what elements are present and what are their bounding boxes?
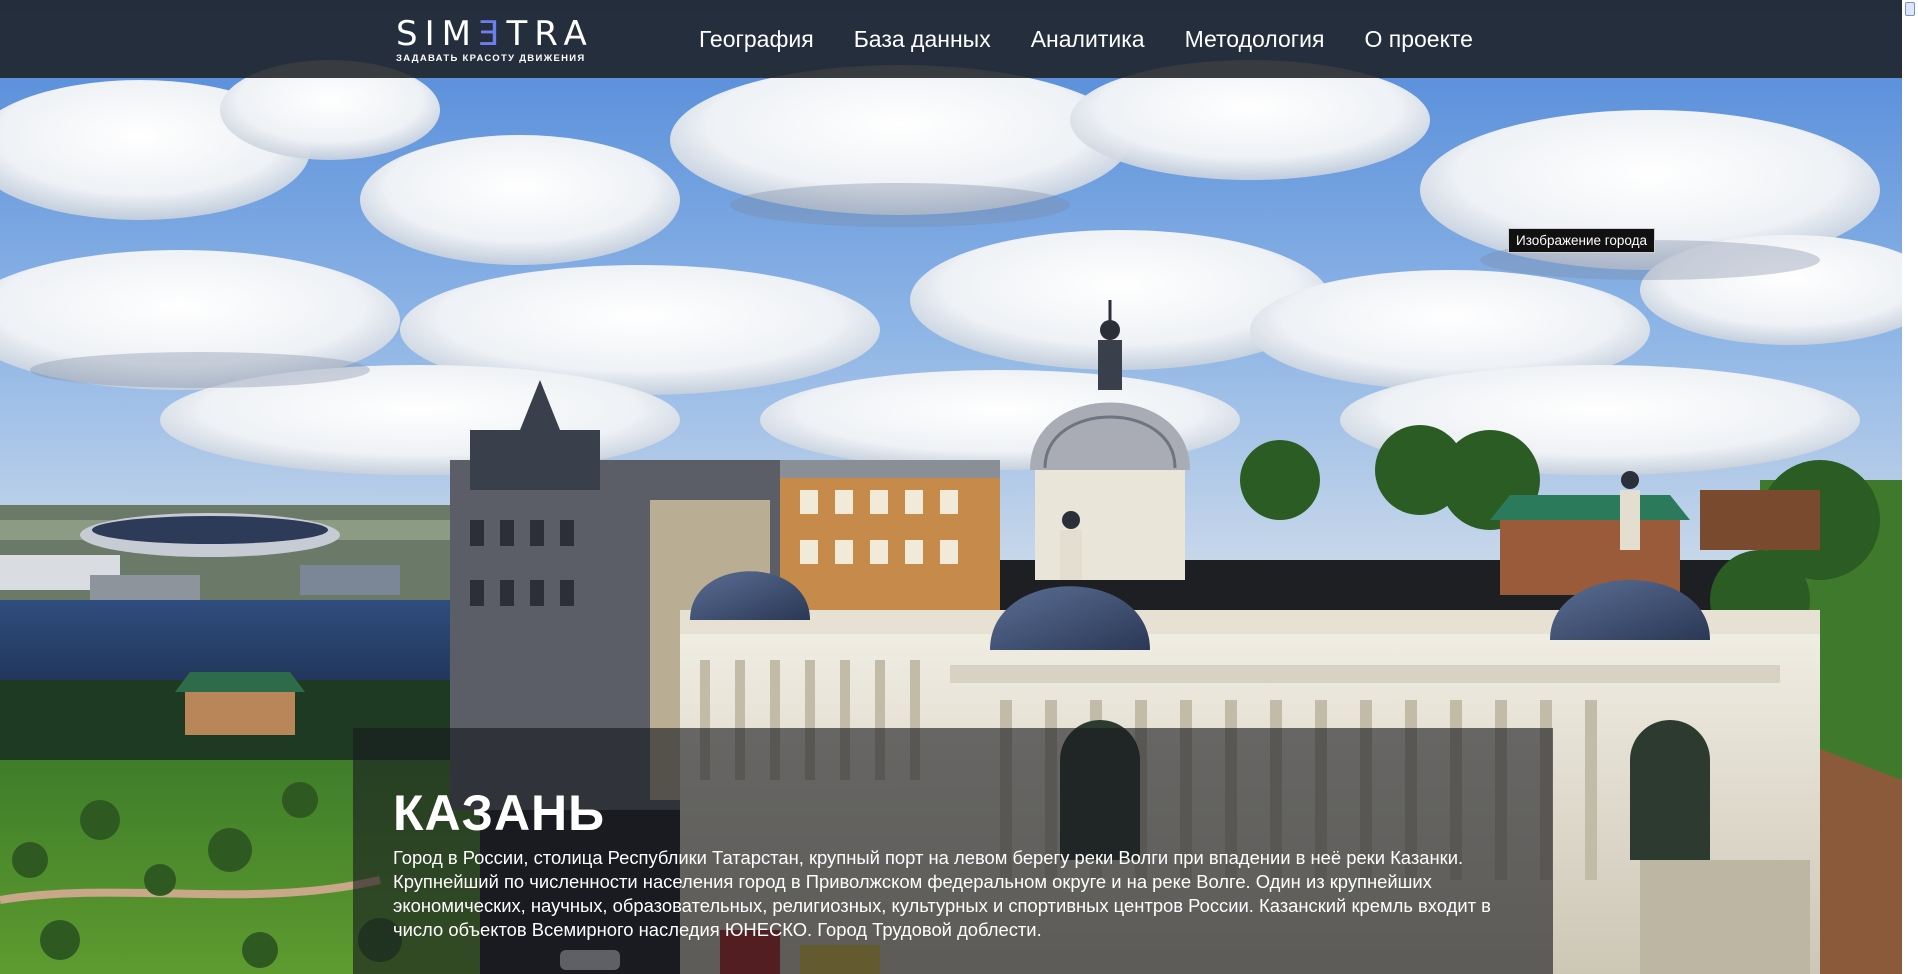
image-tooltip: Изображение города (1508, 228, 1656, 253)
page: SIMƎTRA ЗАДАВАТЬ КРАСОТУ ДВИЖЕНИЯ Геогра… (0, 0, 1902, 974)
logo-tagline: ЗАДАВАТЬ КРАСОТУ ДВИЖЕНИЯ (396, 53, 586, 64)
menu-item-database[interactable]: База данных (854, 24, 991, 54)
menu-item-about[interactable]: О проекте (1364, 24, 1473, 54)
scrollbar-thumb[interactable] (1905, 2, 1915, 16)
menu-item-geography[interactable]: География (699, 24, 814, 54)
city-title: КАЗАНЬ (393, 784, 606, 841)
vertical-scrollbar[interactable] (1902, 0, 1918, 974)
simetra-logo[interactable]: SIMƎTRA ЗАДАВАТЬ КРАСОТУ ДВИЖЕНИЯ (396, 16, 594, 64)
city-info-panel: КАЗАНЬ Город в России, столица Республик… (353, 728, 1553, 974)
menu-item-methodology[interactable]: Методология (1185, 24, 1325, 54)
city-description: Город в России, столица Республики Татар… (393, 847, 1491, 941)
logo-wordmark: SIMƎTRA (396, 14, 594, 54)
main-menu: География База данных Аналитика Методоло… (699, 24, 1513, 54)
menu-item-analytics[interactable]: Аналитика (1031, 24, 1145, 54)
top-navigation-bar: SIMƎTRA ЗАДАВАТЬ КРАСОТУ ДВИЖЕНИЯ Геогра… (0, 0, 1902, 78)
